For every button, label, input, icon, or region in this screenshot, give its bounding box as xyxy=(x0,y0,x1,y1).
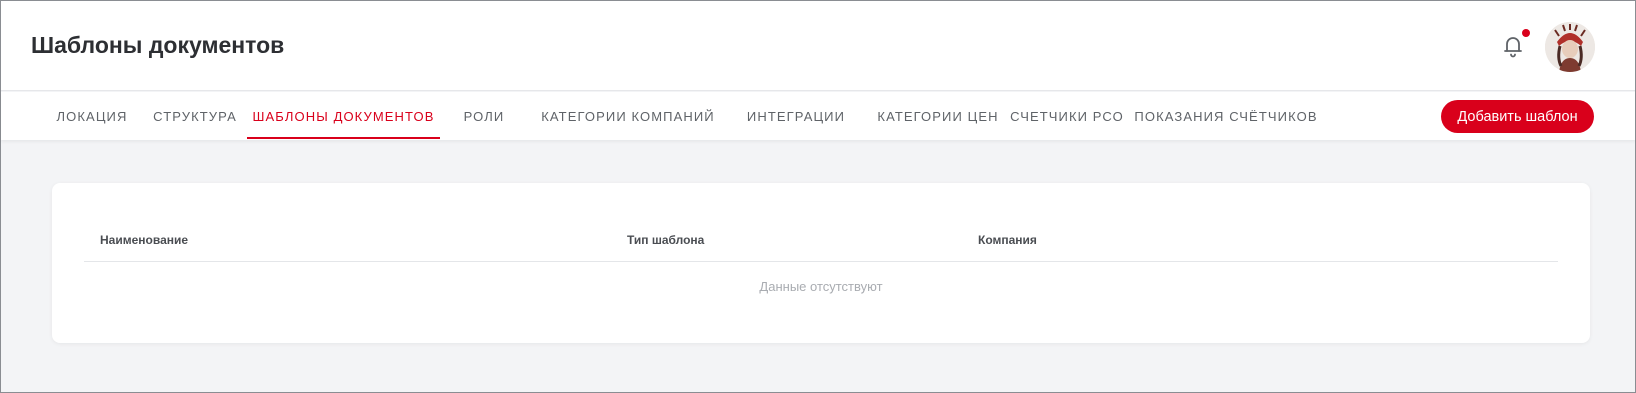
table-header-divider xyxy=(84,261,1558,262)
tabs-bar: ЛОКАЦИЯ СТРУКТУРА ШАБЛОНЫ ДОКУМЕНТОВ РОЛ… xyxy=(1,92,1635,140)
tab-structure[interactable]: СТРУКТУРА xyxy=(145,92,245,140)
page-title: Шаблоны документов xyxy=(31,32,285,58)
add-template-button[interactable]: Добавить шаблон xyxy=(1441,100,1594,133)
column-header-company[interactable]: Компания xyxy=(978,233,1037,247)
tab-meter-readings[interactable]: ПОКАЗАНИЯ СЧЁТЧИКОВ xyxy=(1134,92,1316,140)
column-header-template-type[interactable]: Тип шаблона xyxy=(627,233,704,247)
templates-table-card: Наименование Тип шаблона Компания Данные… xyxy=(52,183,1590,343)
column-header-name[interactable]: Наименование xyxy=(100,233,188,247)
notification-badge xyxy=(1522,29,1530,37)
top-header: Шаблоны документов xyxy=(1,1,1635,91)
tab-document-templates[interactable]: ШАБЛОНЫ ДОКУМЕНТОВ xyxy=(247,92,440,140)
tab-company-categories[interactable]: КАТЕГОРИИ КОМПАНИЙ xyxy=(533,92,723,140)
tab-location[interactable]: ЛОКАЦИЯ xyxy=(47,92,137,140)
bell-icon[interactable] xyxy=(1501,33,1525,59)
tab-rso-meters[interactable]: СЧЕТЧИКИ РСО xyxy=(1005,92,1129,140)
tab-integrations[interactable]: ИНТЕГРАЦИИ xyxy=(741,92,851,140)
avatar[interactable] xyxy=(1545,22,1595,72)
tab-roles[interactable]: РОЛИ xyxy=(456,92,512,140)
tab-price-categories[interactable]: КАТЕГОРИИ ЦЕН xyxy=(867,92,1009,140)
empty-state-text: Данные отсутствуют xyxy=(759,279,883,294)
